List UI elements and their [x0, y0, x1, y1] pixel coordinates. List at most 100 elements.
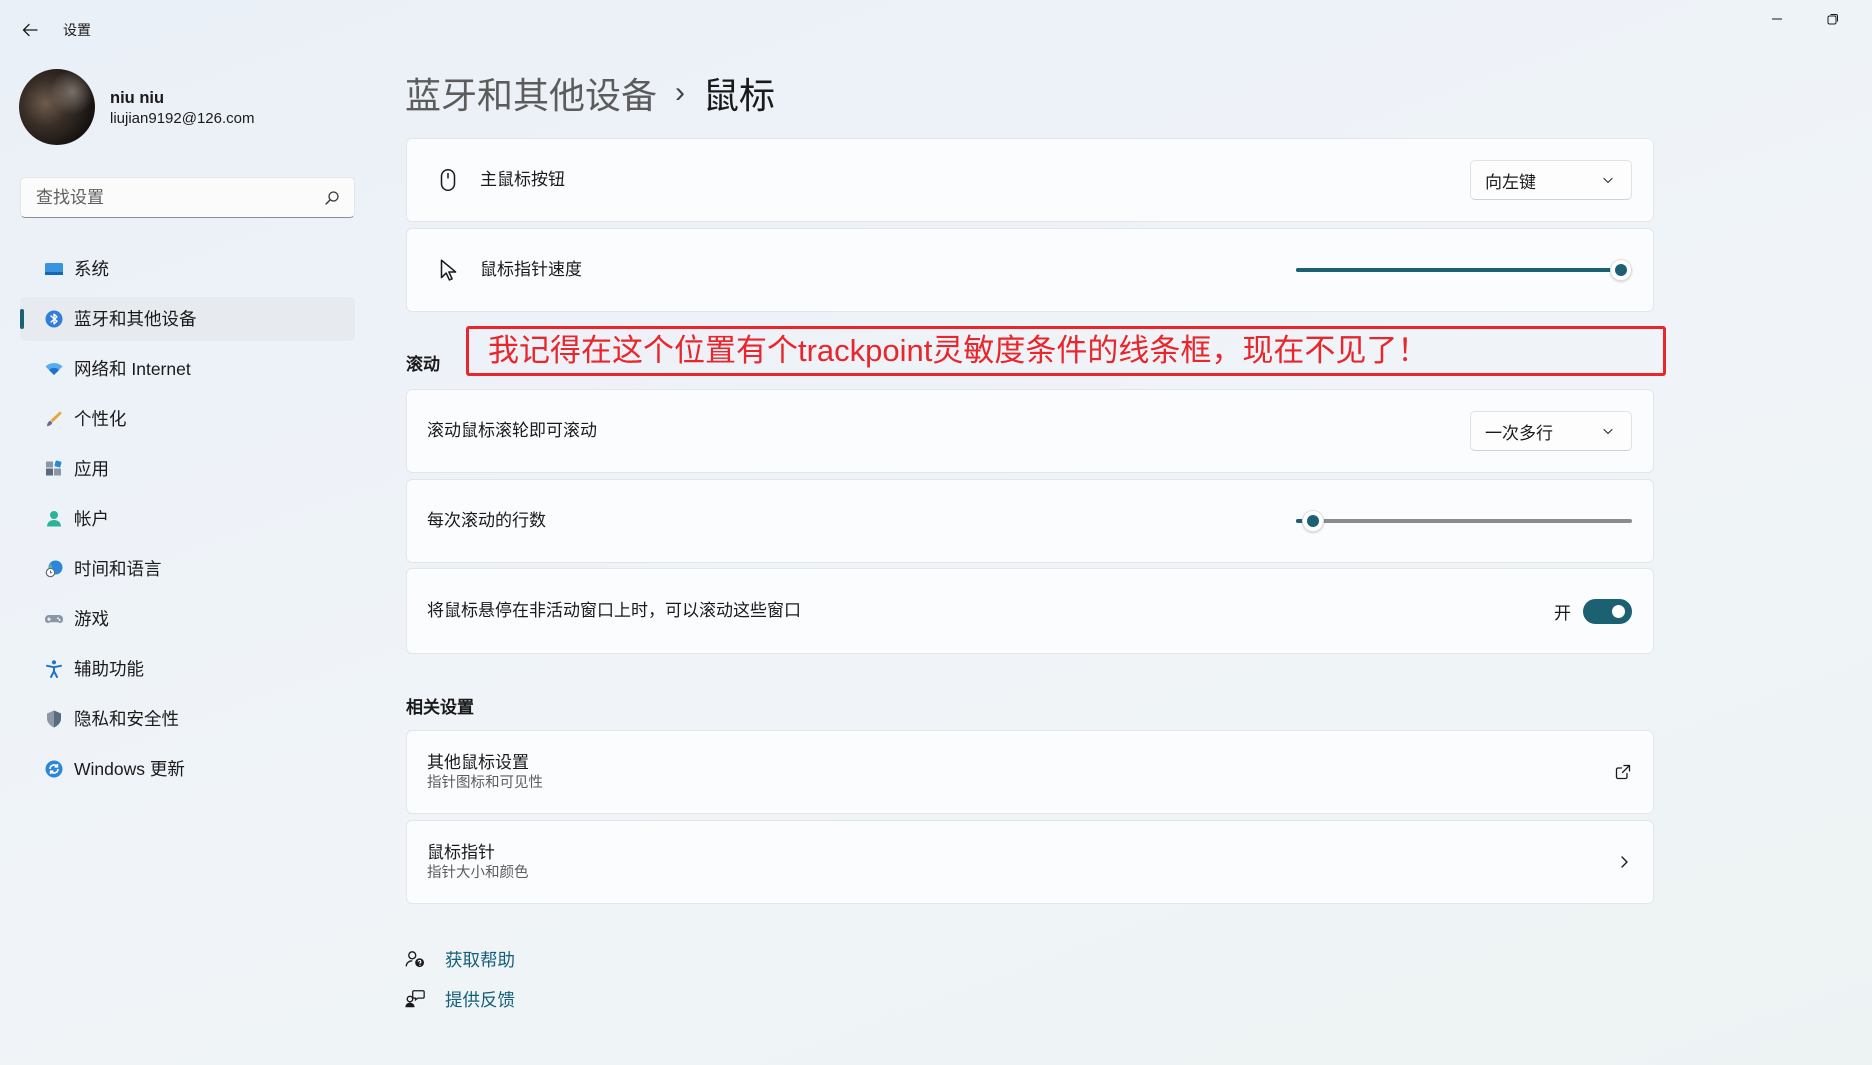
sidebar-item-time-language[interactable]: 时间和语言: [20, 547, 355, 591]
sidebar-item-label: 系统: [74, 259, 109, 279]
annotation-box: 我记得在这个位置有个trackpoint灵敏度条件的线条框，现在不见了！: [466, 326, 1666, 376]
slider-thumb-dot: [1307, 515, 1320, 527]
lines-per-scroll-label: 每次滚动的行数: [427, 511, 546, 530]
wheel-scroll-label: 滚动鼠标滚轮即可滚动: [427, 421, 597, 440]
scroll-inactive-card: 将鼠标悬停在非活动窗口上时，可以滚动这些窗口 开: [406, 568, 1654, 654]
breadcrumb-separator: ›: [675, 76, 686, 109]
sidebar-item-label: 网络和 Internet: [74, 359, 191, 379]
sidebar-item-personalization[interactable]: 个性化: [20, 397, 355, 441]
sidebar-item-bluetooth-devices[interactable]: 蓝牙和其他设备: [20, 297, 355, 341]
slider-thumb[interactable]: [1302, 510, 1325, 532]
personalization-icon: [44, 409, 64, 429]
wheel-scroll-dropdown[interactable]: 一次多行: [1470, 411, 1632, 451]
dropdown-value: 一次多行: [1485, 423, 1553, 443]
give-feedback-link[interactable]: 提供反馈: [404, 986, 515, 1012]
slider-track: [1296, 519, 1632, 523]
breadcrumb: 蓝牙和其他设备 › 鼠标: [405, 70, 775, 116]
toggle-knob: [1612, 604, 1625, 618]
dropdown-value: 向左键: [1485, 172, 1536, 192]
related-item-subtitle: 指针大小和颜色: [427, 864, 529, 881]
cursor-icon: [435, 257, 461, 283]
sidebar-item-privacy-security[interactable]: 隐私和安全性: [20, 697, 355, 741]
related-settings-heading: 相关设置: [406, 698, 474, 717]
mouse-icon: [435, 167, 461, 193]
system-icon: [44, 259, 64, 279]
chevron-down-icon: [1602, 425, 1614, 437]
page-title: 鼠标: [703, 75, 776, 116]
additional-mouse-settings-card[interactable]: 其他鼠标设置 指针图标和可见性: [406, 730, 1654, 814]
apps-icon: [44, 459, 64, 479]
sidebar-item-apps[interactable]: 应用: [20, 447, 355, 491]
pointer-speed-card: 鼠标指针速度: [406, 228, 1654, 312]
user-name: niu niu: [110, 89, 165, 107]
pointer-speed-label: 鼠标指针速度: [480, 260, 582, 279]
help-icon: [404, 948, 426, 970]
gaming-icon: [44, 609, 64, 629]
related-item-title: 鼠标指针: [427, 842, 495, 862]
primary-button-card: 主鼠标按钮 向左键: [406, 138, 1654, 222]
back-button[interactable]: [14, 14, 46, 46]
feedback-icon: [404, 988, 426, 1010]
external-link-icon: [1614, 763, 1632, 781]
slider-thumb[interactable]: [1610, 259, 1632, 281]
accessibility-icon: [44, 659, 64, 679]
pointer-speed-slider[interactable]: [1296, 258, 1632, 282]
avatar[interactable]: [19, 69, 95, 145]
search-icon[interactable]: [324, 190, 340, 206]
get-help-link[interactable]: 获取帮助: [404, 946, 515, 972]
search-input[interactable]: [34, 186, 324, 209]
user-email: liujian9192@126.com: [110, 110, 255, 127]
sidebar-nav: 系统 蓝牙和其他设备 网络和 Internet 个性化 应用 帐户 时间和语言 …: [20, 247, 355, 797]
scroll-inactive-label: 将鼠标悬停在非活动窗口上时，可以滚动这些窗口: [427, 601, 801, 620]
sidebar-item-label: 隐私和安全性: [74, 709, 179, 729]
windows-update-icon: [44, 759, 64, 779]
restore-icon: [1827, 13, 1839, 25]
time-language-icon: [44, 559, 64, 579]
primary-button-dropdown[interactable]: 向左键: [1470, 160, 1632, 200]
related-item-text: 鼠标指针 指针大小和颜色: [427, 842, 529, 883]
primary-button-label: 主鼠标按钮: [480, 170, 565, 189]
minimize-button[interactable]: [1750, 4, 1804, 34]
lines-per-scroll-slider[interactable]: [1296, 509, 1632, 533]
minimize-icon: [1771, 13, 1783, 25]
sidebar-item-system[interactable]: 系统: [20, 247, 355, 291]
related-item-title: 其他鼠标设置: [427, 752, 529, 772]
annotation-text: 我记得在这个位置有个trackpoint灵敏度条件的线条框，现在不见了！: [488, 333, 1429, 368]
sidebar-item-label: 游戏: [74, 609, 109, 629]
give-feedback-label: 提供反馈: [445, 989, 515, 1010]
sidebar-item-network[interactable]: 网络和 Internet: [20, 347, 355, 391]
sidebar-item-windows-update[interactable]: Windows 更新: [20, 747, 355, 791]
lines-per-scroll-card: 每次滚动的行数: [406, 479, 1654, 563]
network-icon: [44, 359, 64, 379]
wheel-scroll-card: 滚动鼠标滚轮即可滚动 一次多行: [406, 389, 1654, 473]
sidebar-item-label: Windows 更新: [74, 759, 185, 779]
toggle-state-label: 开: [1554, 603, 1571, 623]
privacy-icon: [44, 709, 64, 729]
mouse-pointer-card[interactable]: 鼠标指针 指针大小和颜色: [406, 820, 1654, 904]
back-arrow-icon: [21, 21, 39, 39]
related-item-text: 其他鼠标设置 指针图标和可见性: [427, 752, 543, 793]
sidebar-item-accessibility[interactable]: 辅助功能: [20, 647, 355, 691]
get-help-label: 获取帮助: [445, 949, 515, 970]
sidebar-item-accounts[interactable]: 帐户: [20, 497, 355, 541]
chevron-right-icon: [1616, 854, 1632, 870]
accounts-icon: [44, 509, 64, 529]
bluetooth-icon: [44, 309, 64, 329]
scroll-inactive-toggle[interactable]: [1583, 598, 1632, 624]
sidebar-item-label: 应用: [74, 459, 109, 479]
chevron-down-icon: [1602, 174, 1614, 186]
sidebar-item-label: 个性化: [74, 409, 127, 429]
related-item-subtitle: 指针图标和可见性: [427, 774, 543, 791]
sidebar-item-label: 帐户: [74, 509, 109, 529]
sidebar-item-label: 时间和语言: [74, 559, 162, 579]
sidebar-item-label: 辅助功能: [74, 659, 144, 679]
scroll-section-heading: 滚动: [406, 355, 440, 374]
sidebar-item-gaming[interactable]: 游戏: [20, 597, 355, 641]
restore-button[interactable]: [1806, 4, 1860, 34]
search-box[interactable]: [20, 177, 355, 218]
app-title: 设置: [63, 22, 91, 38]
selection-indicator: [20, 309, 24, 329]
sidebar-item-label: 蓝牙和其他设备: [74, 309, 197, 329]
breadcrumb-parent[interactable]: 蓝牙和其他设备: [405, 67, 657, 119]
slider-thumb-dot: [1615, 264, 1627, 276]
